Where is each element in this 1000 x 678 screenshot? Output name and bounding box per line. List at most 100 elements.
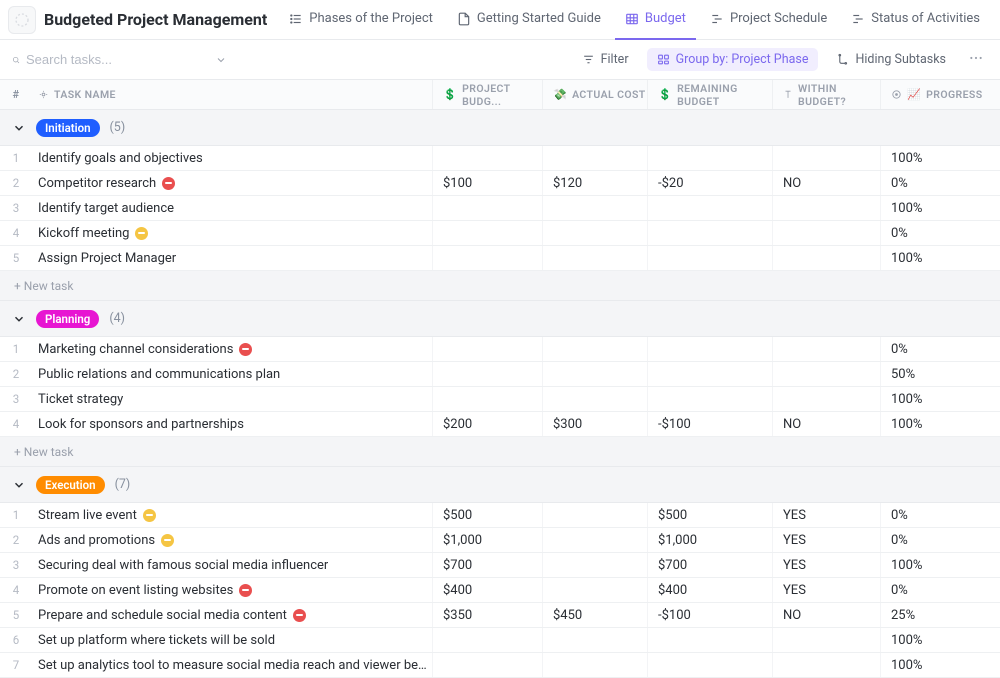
task-name-cell[interactable]: Stream live event bbox=[32, 508, 432, 523]
cell-progress[interactable]: 100% bbox=[880, 553, 1000, 577]
cell-actual[interactable] bbox=[542, 503, 647, 527]
cell-actual[interactable] bbox=[542, 387, 647, 411]
cell-remaining[interactable]: $700 bbox=[647, 553, 772, 577]
task-name-cell[interactable]: Kickoff meeting bbox=[32, 226, 432, 241]
cell-remaining[interactable] bbox=[647, 362, 772, 386]
cell-actual[interactable] bbox=[542, 196, 647, 220]
task-name-cell[interactable]: Marketing channel considerations bbox=[32, 342, 432, 357]
cell-within[interactable] bbox=[772, 653, 880, 677]
cell-progress[interactable]: 0% bbox=[880, 221, 1000, 245]
cell-remaining[interactable]: $500 bbox=[647, 503, 772, 527]
task-name-cell[interactable]: Identify goals and objectives bbox=[32, 151, 432, 166]
cell-budget[interactable] bbox=[432, 221, 542, 245]
cell-within[interactable] bbox=[772, 221, 880, 245]
cell-within[interactable]: YES bbox=[772, 578, 880, 602]
table-row[interactable]: 4 Look for sponsors and partnerships $20… bbox=[0, 412, 1000, 437]
cell-budget[interactable] bbox=[432, 628, 542, 652]
cell-progress[interactable]: 100% bbox=[880, 387, 1000, 411]
table-row[interactable]: 5 Assign Project Manager 100% bbox=[0, 246, 1000, 271]
task-name-cell[interactable]: Competitor research bbox=[32, 176, 432, 191]
cell-progress[interactable]: 100% bbox=[880, 246, 1000, 270]
table-row[interactable]: 3 Ticket strategy 100% bbox=[0, 387, 1000, 412]
cell-actual[interactable]: $120 bbox=[542, 171, 647, 195]
cell-remaining[interactable]: -$20 bbox=[647, 171, 772, 195]
cell-progress[interactable]: 0% bbox=[880, 171, 1000, 195]
col-header-task-name[interactable]: TASK NAME bbox=[32, 80, 432, 109]
cell-within[interactable]: NO bbox=[772, 171, 880, 195]
cell-within[interactable] bbox=[772, 628, 880, 652]
cell-actual[interactable] bbox=[542, 553, 647, 577]
new-task-button[interactable]: + New task bbox=[0, 271, 1000, 301]
cell-remaining[interactable]: -$100 bbox=[647, 412, 772, 436]
table-row[interactable]: 5 Prepare and schedule social media cont… bbox=[0, 603, 1000, 628]
cell-progress[interactable]: 50% bbox=[880, 362, 1000, 386]
cell-progress[interactable]: 0% bbox=[880, 337, 1000, 361]
table-row[interactable]: 2 Ads and promotions $1,000 $1,000 YES 0… bbox=[0, 528, 1000, 553]
cell-actual[interactable] bbox=[542, 578, 647, 602]
cell-within[interactable] bbox=[772, 196, 880, 220]
table-row[interactable]: 3 Securing deal with famous social media… bbox=[0, 553, 1000, 578]
cell-progress[interactable]: 100% bbox=[880, 653, 1000, 677]
new-task-button[interactable]: + New task bbox=[0, 437, 1000, 467]
cell-actual[interactable] bbox=[542, 337, 647, 361]
task-name-cell[interactable]: Look for sponsors and partnerships bbox=[32, 417, 432, 432]
col-header-within[interactable]: WITHIN BUDGET? bbox=[772, 80, 880, 109]
cell-remaining[interactable] bbox=[647, 387, 772, 411]
cell-actual[interactable] bbox=[542, 362, 647, 386]
search-box[interactable] bbox=[12, 52, 202, 67]
search-input[interactable] bbox=[26, 52, 202, 67]
cell-within[interactable]: YES bbox=[772, 553, 880, 577]
cell-within[interactable]: NO bbox=[772, 603, 880, 627]
task-name-cell[interactable]: Set up analytics tool to measure social … bbox=[32, 658, 432, 673]
cell-budget[interactable] bbox=[432, 246, 542, 270]
cell-budget[interactable]: $350 bbox=[432, 603, 542, 627]
cell-actual[interactable]: $300 bbox=[542, 412, 647, 436]
cell-remaining[interactable]: -$100 bbox=[647, 603, 772, 627]
cell-budget[interactable] bbox=[432, 387, 542, 411]
group-header-planning[interactable]: Planning (4) bbox=[0, 301, 1000, 337]
task-name-cell[interactable]: Ads and promotions bbox=[32, 533, 432, 548]
cell-budget[interactable]: $1,000 bbox=[432, 528, 542, 552]
cell-progress[interactable]: 25% bbox=[880, 603, 1000, 627]
cell-budget[interactable]: $500 bbox=[432, 503, 542, 527]
cell-within[interactable] bbox=[772, 387, 880, 411]
table-row[interactable]: 1 Marketing channel considerations 0% bbox=[0, 337, 1000, 362]
task-name-cell[interactable]: Set up platform where tickets will be so… bbox=[32, 633, 432, 648]
task-name-cell[interactable]: Identify target audience bbox=[32, 201, 432, 216]
col-header-budget[interactable]: 💲 PROJECT BUDG... bbox=[432, 80, 542, 109]
table-row[interactable]: 2 Public relations and communications pl… bbox=[0, 362, 1000, 387]
group-header-execution[interactable]: Execution (7) bbox=[0, 467, 1000, 503]
cell-remaining[interactable] bbox=[647, 196, 772, 220]
search-dropdown-toggle[interactable] bbox=[210, 49, 232, 71]
task-name-cell[interactable]: Assign Project Manager bbox=[32, 251, 432, 266]
task-name-cell[interactable]: Public relations and communications plan bbox=[32, 367, 432, 382]
tab-getting-started-guide[interactable]: Getting Started Guide bbox=[447, 0, 611, 40]
cell-remaining[interactable] bbox=[647, 653, 772, 677]
cell-remaining[interactable] bbox=[647, 628, 772, 652]
table-row[interactable]: 6 Set up platform where tickets will be … bbox=[0, 628, 1000, 653]
cell-progress[interactable]: 100% bbox=[880, 196, 1000, 220]
cell-remaining[interactable] bbox=[647, 337, 772, 361]
group-collapse-toggle[interactable] bbox=[12, 478, 26, 492]
tab-phases-of-the-project[interactable]: Phases of the Project bbox=[279, 0, 443, 40]
col-header-progress[interactable]: 📈 PROGRESS bbox=[880, 80, 1000, 109]
toolbar-more-button[interactable] bbox=[964, 46, 988, 74]
cell-actual[interactable] bbox=[542, 653, 647, 677]
filter-button[interactable]: Filter bbox=[572, 48, 639, 71]
cell-within[interactable]: YES bbox=[772, 503, 880, 527]
cell-within[interactable] bbox=[772, 337, 880, 361]
tab-project-schedule[interactable]: Project Schedule bbox=[700, 0, 837, 40]
group-by-button[interactable]: Group by: Project Phase bbox=[647, 48, 819, 71]
cell-actual[interactable] bbox=[542, 146, 647, 170]
group-header-initiation[interactable]: Initiation (5) bbox=[0, 110, 1000, 146]
cell-actual[interactable] bbox=[542, 628, 647, 652]
cell-within[interactable] bbox=[772, 146, 880, 170]
task-name-cell[interactable]: Promote on event listing websites bbox=[32, 583, 432, 598]
cell-budget[interactable] bbox=[432, 653, 542, 677]
cell-budget[interactable] bbox=[432, 337, 542, 361]
task-name-cell[interactable]: Securing deal with famous social media i… bbox=[32, 558, 432, 573]
cell-remaining[interactable] bbox=[647, 221, 772, 245]
table-row[interactable]: 4 Kickoff meeting 0% bbox=[0, 221, 1000, 246]
cell-within[interactable] bbox=[772, 246, 880, 270]
task-name-cell[interactable]: Ticket strategy bbox=[32, 392, 432, 407]
